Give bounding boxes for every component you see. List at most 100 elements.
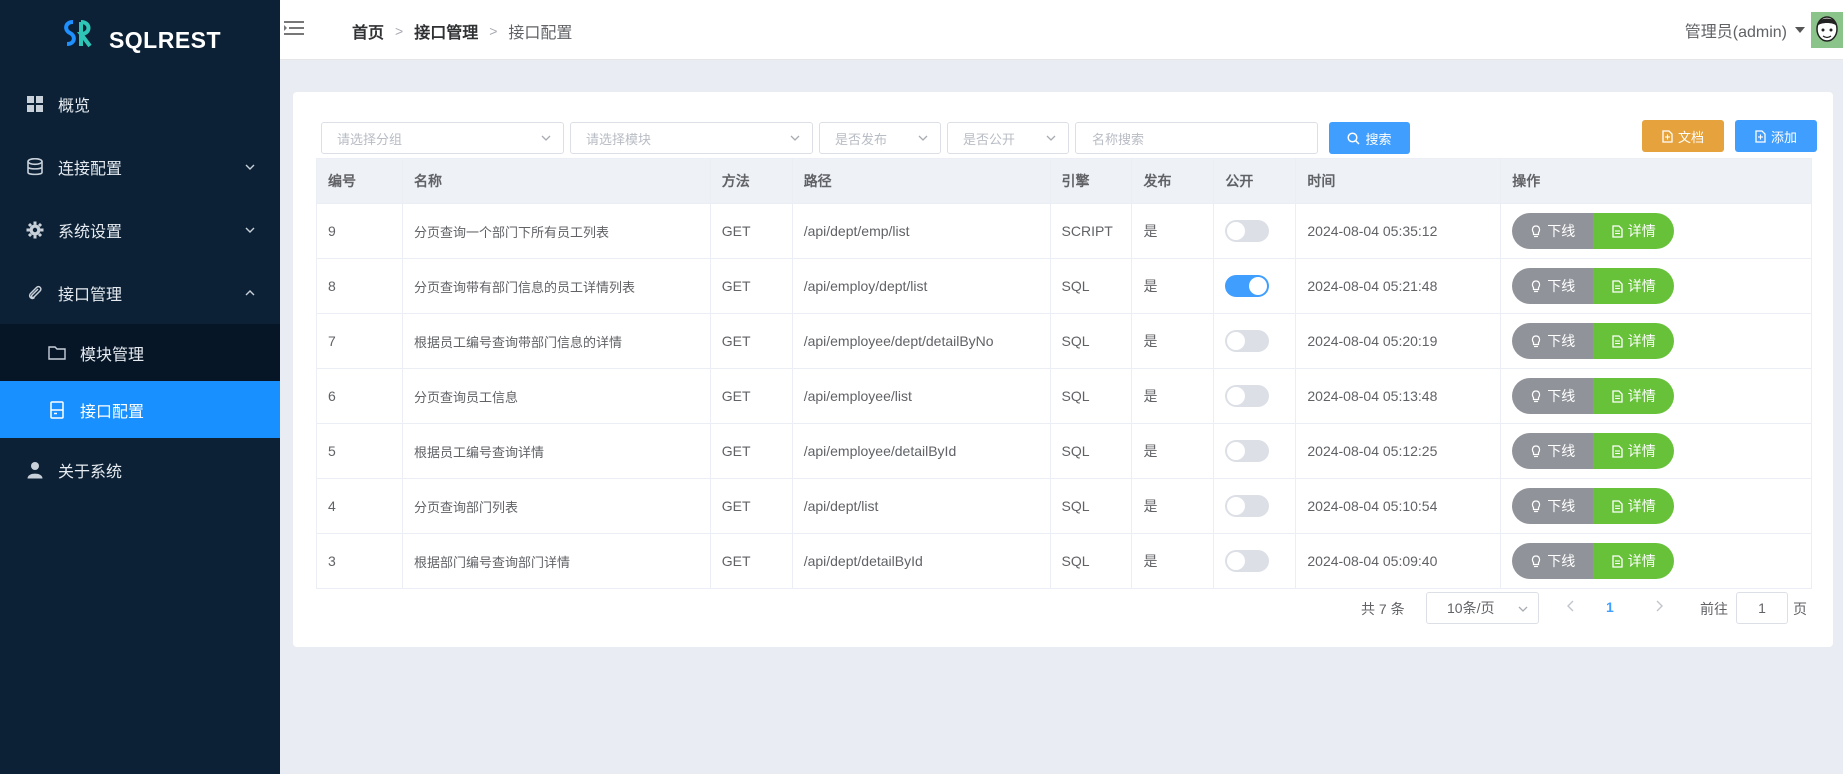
docs-button[interactable]: 文档: [1642, 120, 1724, 152]
document-icon: [1612, 444, 1623, 458]
toggle-knob: [1227, 442, 1246, 460]
public-toggle[interactable]: [1225, 220, 1270, 242]
row-actions: 下线 详情: [1512, 378, 1675, 414]
cell-actions: 下线 详情: [1501, 534, 1813, 588]
cell-public: [1214, 369, 1297, 423]
breadcrumb-home[interactable]: 首页: [352, 19, 384, 43]
user-name: 管理员(admin): [1684, 24, 1787, 41]
document-icon: [48, 400, 66, 419]
detail-button-label: 详情: [1627, 443, 1656, 459]
toggle-knob: [1249, 277, 1268, 295]
sidebar-item-connection[interactable]: 连接配置: [0, 135, 280, 198]
hamburger-menu-icon[interactable]: [284, 19, 304, 37]
sidebar-item-overview[interactable]: 概览: [0, 72, 280, 135]
column-header: 方法: [711, 159, 793, 203]
sidebar-item-label: 关于系统: [58, 463, 123, 481]
chevron-down-icon: [790, 135, 800, 141]
search-button[interactable]: 搜索: [1329, 122, 1410, 154]
offline-button[interactable]: 下线: [1512, 433, 1594, 469]
table-row: 3 根据部门编号查询部门详情 GET/api/dept/detailById SQL 是…: [317, 534, 1813, 589]
name-search-input[interactable]: 名称搜索: [1075, 122, 1318, 154]
page-number-current[interactable]: 1: [1606, 599, 1614, 615]
add-button[interactable]: 添加: [1735, 120, 1817, 152]
cell-name: 分页查询部门列表: [403, 479, 711, 533]
cell-method: GET: [711, 424, 793, 478]
public-toggle[interactable]: [1225, 495, 1270, 517]
cell-path: /api/dept/emp/list: [793, 204, 1051, 258]
prev-page-icon[interactable]: [1565, 599, 1577, 613]
lightbulb-icon: [1532, 224, 1541, 237]
sidebar-item-api-config[interactable]: 接口配置: [0, 381, 280, 438]
offline-button[interactable]: 下线: [1512, 213, 1594, 249]
publish-select[interactable]: 是否发布: [819, 122, 941, 154]
breadcrumb-current: 接口配置: [508, 25, 573, 42]
column-header: 路径: [793, 159, 1051, 203]
cell-name: 根据部门编号查询部门详情: [403, 534, 711, 588]
toggle-knob: [1227, 497, 1246, 515]
public-toggle[interactable]: [1225, 330, 1270, 352]
next-page-icon[interactable]: [1653, 599, 1665, 613]
lightbulb-icon: [1532, 279, 1541, 292]
cell-id: 3: [317, 534, 403, 588]
breadcrumb-api-management[interactable]: 接口管理: [414, 19, 478, 43]
detail-button[interactable]: 详情: [1593, 323, 1675, 359]
gear-icon: [26, 221, 44, 239]
offline-button[interactable]: 下线: [1512, 323, 1594, 359]
public-toggle[interactable]: [1225, 440, 1270, 462]
filter-bar: 请选择分组 请选择模块 是否发布 是否公开 名称搜索 搜索: [321, 122, 1410, 154]
cell-time: 2024-08-04 05:21:48: [1296, 259, 1502, 313]
folder-icon: [48, 344, 66, 362]
cell-name: 根据员工编号查询详情: [403, 424, 711, 478]
cell-path: /api/employee/list: [793, 369, 1051, 423]
public-toggle[interactable]: [1225, 275, 1270, 297]
public-select[interactable]: 是否公开: [947, 122, 1069, 154]
detail-button[interactable]: 详情: [1593, 213, 1675, 249]
sidebar-item-api-management[interactable]: 接口管理: [0, 261, 280, 324]
document-add-icon: [1755, 129, 1766, 143]
offline-button[interactable]: 下线: [1512, 378, 1594, 414]
sidebar-item-module-management[interactable]: 模块管理: [0, 324, 280, 381]
detail-button[interactable]: 详情: [1593, 268, 1675, 304]
document-icon: [1612, 499, 1623, 513]
offline-button-label: 下线: [1547, 333, 1576, 349]
goto-page-input[interactable]: 1: [1736, 592, 1788, 624]
lightbulb-icon: [1532, 554, 1541, 567]
avatar[interactable]: [1811, 12, 1843, 48]
toggle-knob: [1227, 222, 1246, 240]
detail-button[interactable]: 详情: [1593, 378, 1675, 414]
cell-method: GET: [711, 369, 793, 423]
page-size-select[interactable]: 10条/页: [1426, 592, 1539, 624]
cell-time: 2024-08-04 05:10:54: [1296, 479, 1502, 533]
sidebar-item-settings[interactable]: 系统设置: [0, 198, 280, 261]
detail-button[interactable]: 详情: [1593, 433, 1675, 469]
chevron-down-icon: [1518, 606, 1528, 612]
table-row: 5 根据员工编号查询详情 GET/api/employee/detailById SQ…: [317, 424, 1813, 479]
offline-button[interactable]: 下线: [1512, 543, 1594, 579]
public-toggle[interactable]: [1225, 550, 1270, 572]
table-row: 8 分页查询带有部门信息的员工详情列表 GET/api/employ/dept/li…: [317, 259, 1813, 314]
database-icon: [26, 157, 44, 176]
pagination-total: 共 7 条: [1361, 601, 1405, 617]
toggle-knob: [1227, 387, 1246, 405]
document-icon: [1612, 334, 1623, 348]
detail-button-label: 详情: [1627, 388, 1656, 404]
user-menu[interactable]: 管理员(admin): [1685, 18, 1805, 42]
search-icon: [1347, 131, 1361, 145]
cell-published: 是: [1132, 534, 1215, 588]
publish-select-placeholder: 是否发布: [835, 131, 888, 147]
sidebar-item-about[interactable]: 关于系统: [0, 438, 280, 501]
group-select[interactable]: 请选择分组: [321, 122, 564, 154]
sidebar-item-label: 连接配置: [58, 160, 123, 178]
offline-button-label: 下线: [1547, 278, 1576, 294]
detail-button[interactable]: 详情: [1593, 488, 1675, 524]
sidebar-item-label: 系统设置: [58, 223, 123, 241]
public-toggle[interactable]: [1225, 385, 1270, 407]
module-select[interactable]: 请选择模块: [570, 122, 813, 154]
cell-actions: 下线 详情: [1501, 369, 1813, 423]
cell-id: 4: [317, 479, 403, 533]
offline-button[interactable]: 下线: [1512, 488, 1594, 524]
logo: SQLREST: [0, 0, 280, 72]
offline-button[interactable]: 下线: [1512, 268, 1594, 304]
cell-published: 是: [1132, 259, 1215, 313]
detail-button[interactable]: 详情: [1593, 543, 1675, 579]
